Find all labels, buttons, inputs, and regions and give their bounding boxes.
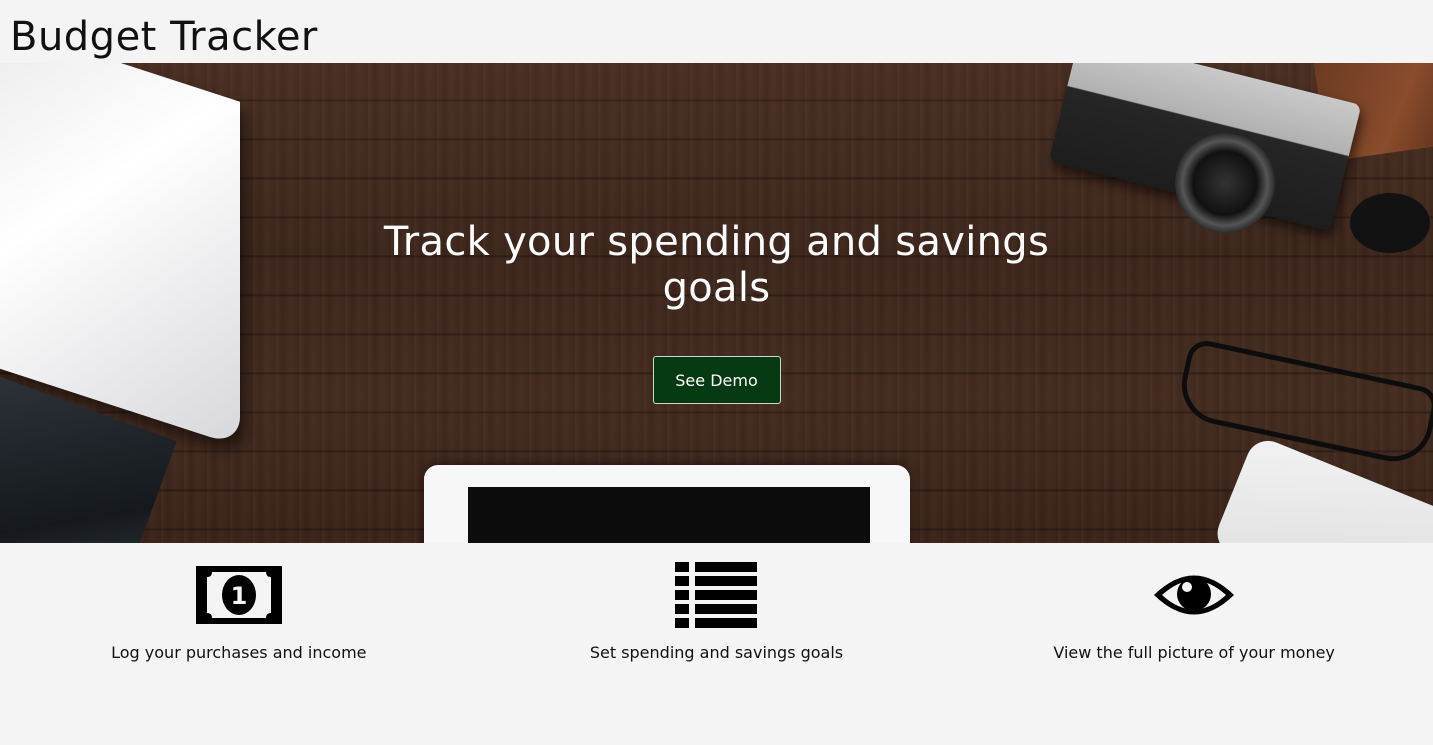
site-title: Budget Tracker: [10, 14, 318, 60]
svg-text:1: 1: [230, 582, 247, 610]
money-bill-icon: 1: [194, 562, 284, 628]
see-demo-button[interactable]: See Demo: [652, 356, 781, 404]
features-section: 1 Log your purchases and income Set spen…: [0, 543, 1433, 745]
feature-view-money: View the full picture of your money: [955, 543, 1433, 745]
site-header: Budget Tracker: [0, 0, 1433, 63]
feature-label: Set spending and savings goals: [589, 643, 844, 662]
feature-label: Log your purchases and income: [111, 643, 367, 662]
feature-label: View the full picture of your money: [1053, 643, 1335, 662]
hero-content: Track your spending and savings goals Se…: [0, 63, 1433, 543]
list-icon: [671, 562, 761, 628]
eye-icon: [1149, 562, 1239, 628]
hero-banner: Track your spending and savings goals Se…: [0, 63, 1433, 543]
feature-log-purchases: 1 Log your purchases and income: [0, 543, 478, 745]
feature-set-goals: Set spending and savings goals: [478, 543, 956, 745]
hero-heading: Track your spending and savings goals: [383, 219, 1050, 311]
